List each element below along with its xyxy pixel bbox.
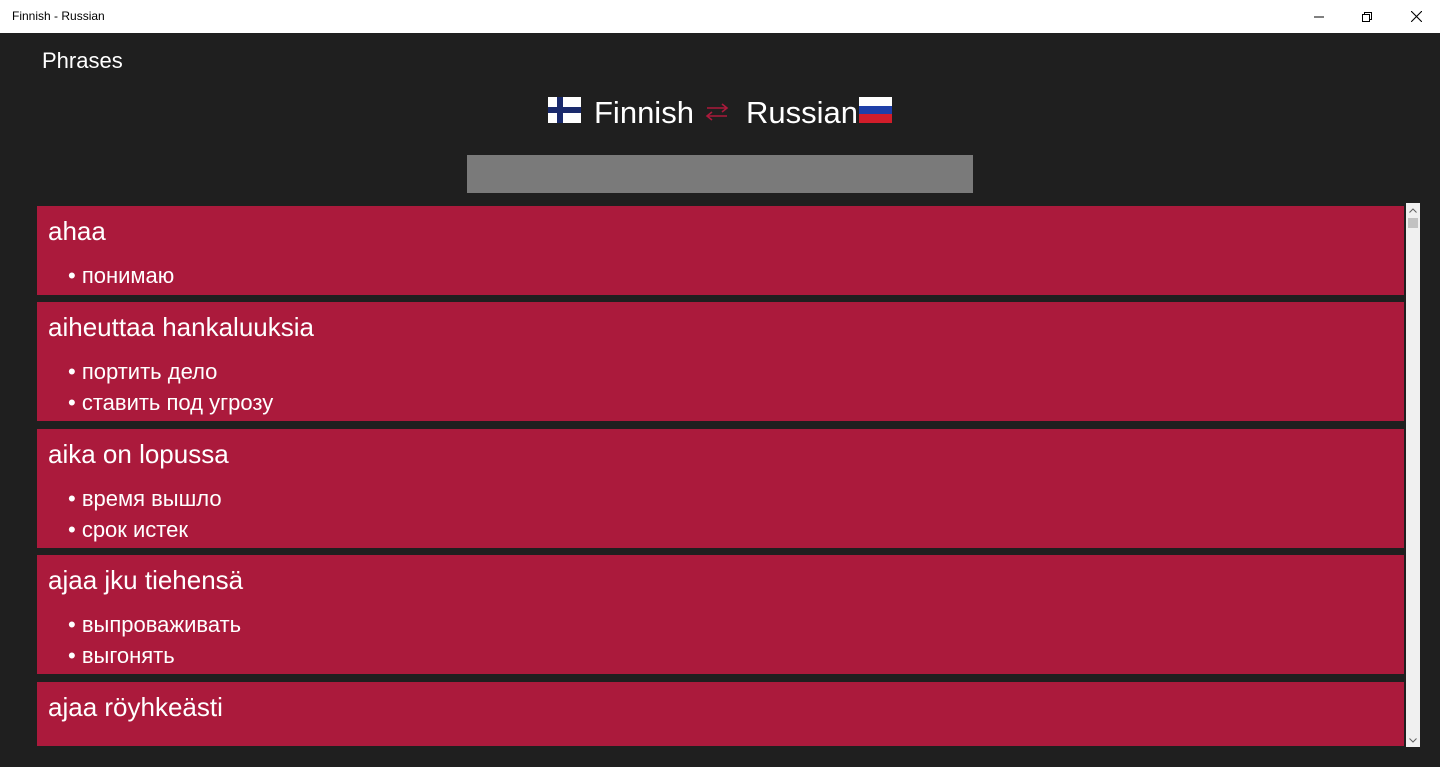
restore-icon	[1362, 11, 1372, 22]
app-content: Phrases Finnish Russian ahaa • понимаю a…	[0, 33, 1440, 767]
window-titlebar: Finnish - Russian	[0, 0, 1440, 33]
close-button[interactable]	[1393, 0, 1439, 33]
source-language-label[interactable]: Finnish	[594, 93, 694, 133]
phrase-card[interactable]: ahaa • понимаю	[37, 206, 1404, 295]
window-title: Finnish - Russian	[12, 9, 105, 23]
finland-flag-icon[interactable]	[548, 97, 581, 123]
translation-item: • выгонять	[68, 643, 175, 668]
vertical-scrollbar[interactable]	[1406, 203, 1420, 747]
phrase-card[interactable]: aika on lopussa • время вышло • срок ист…	[37, 429, 1404, 548]
phrase-text: ahaa	[48, 216, 106, 246]
russia-flag-icon[interactable]	[859, 97, 892, 123]
minimize-button[interactable]	[1296, 0, 1342, 33]
phrase-card[interactable]: ajaa röyhkeästi	[37, 682, 1404, 746]
phrase-text: ajaa jku tiehensä	[48, 565, 244, 595]
phrase-text: aika on lopussa	[48, 439, 229, 469]
translation-item: • понимаю	[68, 263, 175, 288]
chevron-up-icon	[1409, 207, 1417, 213]
phrase-card[interactable]: aiheuttaa hankaluuksia • портить дело • …	[37, 302, 1404, 421]
target-language-label[interactable]: Russian	[746, 93, 858, 133]
language-selector: Finnish Russian	[0, 93, 1440, 137]
translation-item: • выпроваживать	[68, 612, 242, 637]
minimize-icon	[1314, 16, 1324, 17]
phrase-text: aiheuttaa hankaluuksia	[48, 312, 314, 342]
search-input[interactable]	[467, 155, 973, 193]
phrase-list[interactable]: ahaa • понимаю aiheuttaa hankaluuksia • …	[37, 206, 1404, 746]
page-title: Phrases	[42, 48, 123, 73]
scroll-down-button[interactable]	[1406, 733, 1420, 747]
translation-item: • портить дело	[68, 359, 218, 384]
phrase-text: ajaa röyhkeästi	[48, 692, 223, 722]
phrase-card[interactable]: ajaa jku tiehensä • выпроваживать • выго…	[37, 555, 1404, 674]
chevron-down-icon	[1409, 737, 1417, 743]
scroll-up-button[interactable]	[1406, 203, 1420, 217]
translation-item: • срок истек	[68, 517, 189, 542]
restore-button[interactable]	[1344, 0, 1390, 33]
scroll-thumb[interactable]	[1408, 218, 1418, 228]
swap-arrows-icon[interactable]	[704, 101, 730, 123]
translation-item: • ставить под угрозу	[68, 390, 274, 415]
translation-item: • время вышло	[68, 486, 222, 511]
close-icon	[1410, 11, 1422, 22]
